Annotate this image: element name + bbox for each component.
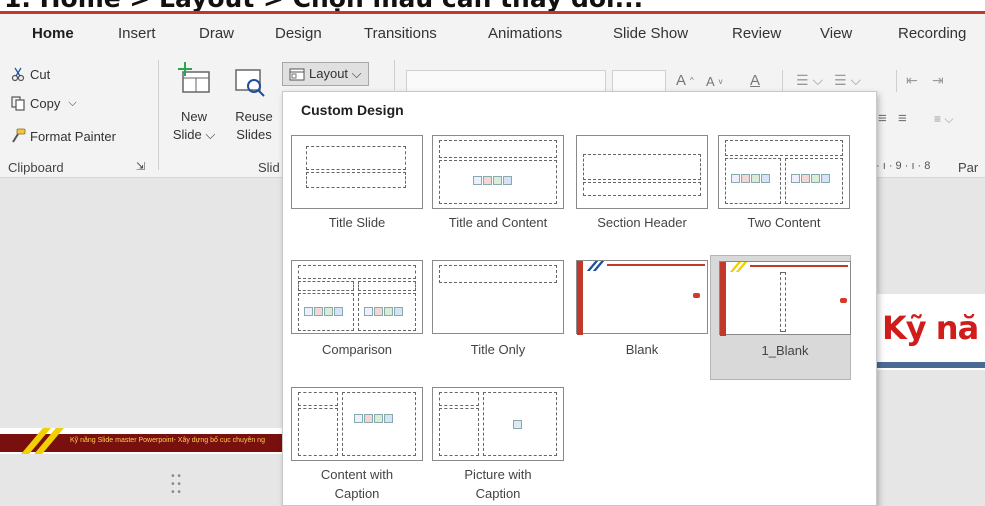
layout-label-line2: Caption [334, 486, 380, 501]
slides-group-label: Slid [258, 160, 280, 175]
layout-label: Layout ⌵ [309, 66, 362, 81]
layout-label: Title Slide [328, 215, 386, 230]
layout-tile-title-and-content[interactable]: Title and Content [424, 135, 564, 235]
slide-footer-strip: Kỹ năng Slide master Powerpoint- Xây dựn… [0, 428, 290, 454]
cut-label: Cut [30, 66, 51, 82]
layout-tile-1-blank-selected[interactable]: 1_Blank [710, 255, 851, 380]
scissors-icon [11, 67, 25, 82]
group-divider [782, 70, 783, 92]
layout-label: Blank [625, 342, 659, 357]
slide-preview-right[interactable]: Kỹ nă [872, 294, 985, 370]
font-size-dropdown[interactable] [612, 70, 666, 92]
align-left-icon[interactable]: ≡ [878, 110, 887, 127]
clipboard-launcher-icon[interactable]: ⇲ [136, 160, 145, 173]
layout-label: Comparison [321, 342, 393, 357]
layout-tile-two-content[interactable]: Two Content [710, 135, 850, 235]
reuse-slides-button[interactable]: Reuse Slides [231, 108, 277, 144]
layout-label-line1: Content with [320, 467, 394, 482]
increase-font-size-icon[interactable]: A ^ [676, 72, 694, 89]
layout-thumbnail [291, 260, 423, 334]
group-divider [896, 70, 897, 92]
new-slide-icon[interactable] [177, 62, 213, 101]
paragraph-group-label: Par [958, 160, 979, 175]
layout-tile-picture-with-caption[interactable]: Picture with Caption [424, 387, 564, 506]
layout-thumbnail [718, 135, 850, 209]
ruler: · ı · 9 · ı · 8 [876, 160, 931, 172]
reuse-slides-label-2: Slides [236, 127, 272, 142]
layout-tile-title-slide[interactable]: Title Slide [283, 135, 423, 235]
format-painter-button[interactable]: Format Painter [10, 128, 116, 144]
tab-draw[interactable]: Draw [199, 25, 234, 42]
layout-thumbnail [432, 387, 564, 461]
layout-thumbnail [432, 135, 564, 209]
copy-dropdown-caret[interactable]: ⌵ [68, 97, 76, 110]
layout-gallery: Custom Design Title Slide Title and Cont… [282, 91, 877, 506]
font-name-dropdown[interactable] [406, 70, 606, 92]
layout-tile-content-with-caption[interactable]: Content with Caption [283, 387, 423, 506]
caption-text: 1. Home > Layout > Chọn mẫu cần thay đổi… [4, 0, 643, 11]
tab-transitions[interactable]: Transitions [364, 25, 437, 42]
slide-footer-bar [872, 362, 985, 368]
format-painter-label: Format Painter [30, 128, 116, 144]
layout-thumbnail [576, 135, 708, 209]
tab-review[interactable]: Review [732, 25, 781, 42]
layout-thumbnail [291, 135, 423, 209]
layout-icon [289, 68, 305, 80]
caption-strip: 1. Home > Layout > Chọn mẫu cần thay đổi… [0, 0, 985, 11]
layout-thumbnail [291, 387, 423, 461]
reuse-slides-label-1: Reuse [235, 109, 273, 124]
layout-tile-title-only[interactable]: Title Only [424, 260, 564, 360]
decrease-indent-icon[interactable]: ⇤ [906, 72, 918, 89]
clear-formatting-icon[interactable]: A [750, 72, 760, 89]
group-divider [158, 60, 159, 170]
tab-slide-show[interactable]: Slide Show [613, 25, 688, 42]
numbering-icon[interactable]: ☰ ⌵ [834, 72, 861, 89]
tab-home[interactable]: Home [32, 25, 74, 42]
copy-label: Copy [30, 95, 61, 111]
footer-text: Kỹ năng Slide master Powerpoint- Xây dựn… [70, 437, 265, 444]
move-handle-icon[interactable]: • • • • • • [164, 472, 188, 499]
tab-animations[interactable]: Animations [488, 25, 562, 42]
layout-label: Title and Content [448, 215, 548, 230]
layout-label: Section Header [597, 215, 687, 230]
layout-label-line1: Picture with [464, 467, 532, 482]
tab-recording[interactable]: Recording [898, 25, 966, 42]
layout-thumbnail [719, 261, 851, 336]
layout-label-line2: Caption [475, 486, 521, 501]
layout-label: Picture with Caption [424, 465, 572, 503]
paintbrush-icon [12, 128, 26, 143]
tab-insert[interactable]: Insert [118, 25, 156, 42]
layout-tile-comparison[interactable]: Comparison [283, 260, 423, 360]
group-divider [394, 60, 395, 90]
reuse-slides-icon[interactable] [234, 68, 268, 103]
ribbon-tabs: Home Insert Draw Design Transitions Anim… [0, 14, 985, 63]
slide-title-text: Kỹ nă [882, 309, 979, 347]
layout-thumbnail [576, 260, 708, 335]
layout-tile-blank[interactable]: Blank [568, 260, 708, 360]
cut-button[interactable]: Cut [10, 66, 50, 82]
justify-icon[interactable]: ≡ [898, 110, 907, 127]
new-slide-label-2: Slide ⌵ [172, 127, 216, 142]
layout-label: Two Content [747, 215, 821, 230]
tab-design[interactable]: Design [275, 25, 322, 42]
increase-indent-icon[interactable]: ⇥ [932, 72, 944, 89]
bullets-icon[interactable]: ☰ ⌵ [796, 72, 823, 89]
copy-icon [11, 96, 25, 111]
decrease-font-size-icon[interactable]: Av [706, 74, 723, 89]
clipboard-group-label: Clipboard [8, 160, 64, 175]
tab-view[interactable]: View [820, 25, 852, 42]
layout-label: 1_Blank [761, 343, 809, 358]
columns-icon[interactable]: ≡ ⌵ [934, 112, 953, 127]
new-slide-button[interactable]: New Slide ⌵ [172, 108, 216, 144]
layout-thumbnail [432, 260, 564, 334]
layout-label: Content with Caption [283, 465, 431, 503]
gallery-section-title: Custom Design [301, 102, 404, 118]
layout-button[interactable]: Layout ⌵ [282, 62, 369, 86]
layout-label: Title Only [470, 342, 526, 357]
layout-tile-section-header[interactable]: Section Header [568, 135, 708, 235]
new-slide-label-1: New [180, 109, 207, 124]
copy-button[interactable]: Copy ⌵ [10, 95, 77, 111]
